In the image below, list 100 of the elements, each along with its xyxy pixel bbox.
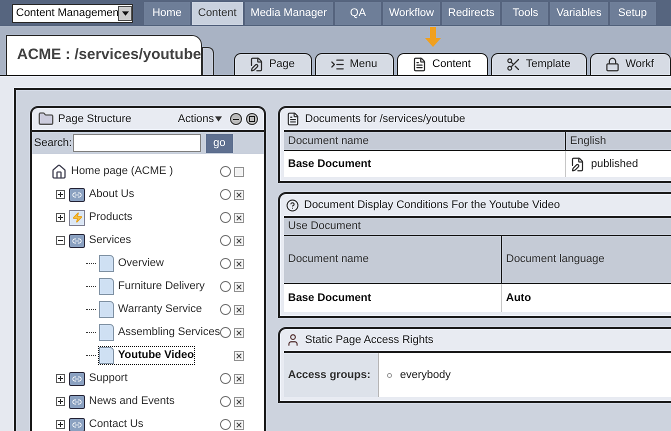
expand-icon[interactable] — [56, 397, 65, 406]
lightning-icon — [69, 210, 85, 226]
column-header: Document name — [284, 236, 502, 283]
nav-tab[interactable]: Redirects — [442, 2, 500, 24]
field-label: Access groups: — [284, 353, 379, 397]
tree-item[interactable]: Contact Us — [89, 416, 144, 431]
page-icon — [99, 347, 114, 364]
document-icon — [412, 57, 428, 72]
delete-checkbox[interactable] — [234, 282, 244, 292]
panel-title: Document Display Conditions For the Youtube Video — [304, 198, 560, 213]
arrow-icon — [425, 27, 442, 47]
bullet-icon — [387, 372, 392, 378]
nav-tab[interactable]: Workflow — [382, 2, 440, 24]
table-cell: Base Document — [284, 284, 502, 312]
link-icon — [69, 234, 85, 248]
link-icon — [69, 394, 85, 408]
radio-button[interactable] — [220, 419, 230, 430]
delete-checkbox[interactable] — [234, 190, 244, 200]
delete-checkbox[interactable] — [234, 350, 244, 360]
dropdown-icon — [118, 6, 132, 20]
tree-item[interactable]: Overview — [118, 255, 164, 272]
pen-page-icon — [249, 57, 264, 72]
page-icon — [99, 255, 114, 272]
radio-button[interactable] — [220, 281, 230, 292]
actions-menu[interactable]: Actions — [178, 110, 222, 128]
expand-icon[interactable] — [56, 374, 65, 383]
delete-checkbox[interactable] — [234, 258, 244, 268]
view-tab[interactable]: Page — [234, 53, 312, 75]
delete-checkbox[interactable] — [234, 420, 244, 430]
nav-tab[interactable]: QA — [334, 2, 381, 24]
nav-tab[interactable]: Setup — [610, 2, 656, 24]
list-icon — [330, 57, 345, 72]
help-icon — [286, 198, 299, 212]
checkbox[interactable] — [234, 166, 244, 176]
document-icon — [286, 112, 300, 126]
delete-checkbox[interactable] — [234, 328, 244, 338]
search-label: Search: — [34, 136, 72, 151]
delete-checkbox[interactable] — [234, 236, 244, 246]
panel-title: Documents for /services/youtube — [305, 112, 466, 127]
access-group: everybody — [400, 366, 451, 384]
radio-button[interactable] — [220, 373, 230, 384]
search-field[interactable] — [72, 134, 201, 152]
column-header: English — [569, 134, 608, 149]
delete-checkbox[interactable] — [234, 396, 244, 406]
radio-button[interactable] — [220, 327, 230, 338]
house-icon — [51, 164, 67, 180]
blank-tab[interactable] — [202, 47, 214, 75]
tree-item[interactable]: Products — [89, 209, 132, 226]
nav-tab[interactable]: Home — [144, 2, 190, 24]
link-icon — [69, 188, 85, 202]
collapse-icon[interactable] — [56, 236, 65, 245]
nav-tab[interactable]: Variables — [550, 2, 608, 24]
radio-button[interactable] — [220, 235, 230, 246]
edit-icon[interactable] — [570, 156, 585, 172]
caret-icon — [215, 116, 222, 122]
nav-tab[interactable]: Tools — [502, 2, 548, 24]
tree-item[interactable]: About Us — [89, 186, 134, 203]
view-tab[interactable]: Workf — [590, 53, 671, 75]
tree-item[interactable]: Assembling Services — [118, 324, 220, 341]
radio-button[interactable] — [220, 304, 230, 315]
person-icon — [286, 333, 300, 347]
radio-button[interactable] — [220, 166, 230, 177]
nav-tab[interactable]: Media Manager — [244, 2, 333, 24]
page-icon — [99, 301, 114, 318]
folder-icon — [38, 111, 54, 127]
nav-tab[interactable]: Content — [192, 2, 243, 24]
expand-icon[interactable] — [56, 190, 65, 199]
radio-button[interactable] — [220, 212, 230, 223]
expand-icon[interactable] — [56, 420, 65, 429]
tree-item[interactable]: Home page (ACME ) — [71, 163, 174, 180]
view-tab[interactable]: Content — [397, 53, 488, 75]
delete-checkbox[interactable] — [234, 212, 244, 222]
radio-button[interactable] — [220, 396, 230, 407]
table-cell: Base Document — [284, 151, 566, 177]
table-cell-text: Auto — [505, 290, 532, 306]
tree-item[interactable]: Furniture Delivery — [118, 278, 205, 295]
tree-item[interactable]: News and Events — [89, 393, 175, 410]
view-tab[interactable]: Template — [490, 53, 588, 75]
minimize-icon[interactable] — [230, 113, 242, 125]
page-icon — [99, 278, 114, 295]
delete-checkbox[interactable] — [234, 374, 244, 384]
tree-item[interactable]: Warranty Service — [118, 301, 202, 318]
panel-title: Page Structure — [58, 112, 132, 127]
link-icon — [69, 372, 85, 386]
maximize-icon[interactable] — [246, 113, 258, 125]
column-header: Document language — [505, 252, 606, 268]
radio-button[interactable] — [220, 189, 230, 200]
page-icon — [99, 324, 114, 341]
panel-title: Static Page Access Rights — [305, 332, 434, 348]
tree-item[interactable]: Support — [89, 370, 128, 387]
scissors-icon — [506, 57, 521, 72]
tree-item[interactable]: Services — [89, 232, 132, 249]
delete-checkbox[interactable] — [234, 304, 244, 314]
group-header: Use Document — [288, 219, 361, 234]
go-button[interactable]: go — [206, 134, 233, 152]
module-select[interactable]: Content Managemen — [12, 4, 133, 22]
view-tab[interactable]: Menu — [314, 53, 394, 75]
table-cell-text: published — [591, 156, 638, 172]
radio-button[interactable] — [220, 258, 230, 269]
expand-icon[interactable] — [56, 213, 65, 222]
